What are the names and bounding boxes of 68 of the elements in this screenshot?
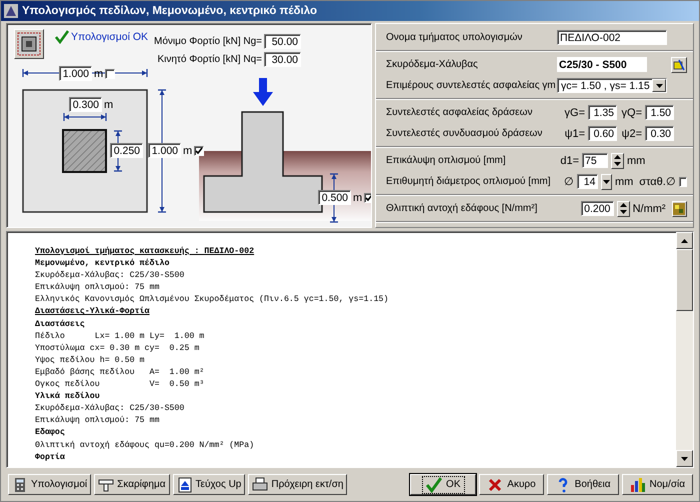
dimension-field[interactable]: 0.500	[318, 190, 351, 205]
toolbar-button[interactable]: Πρόχειρη εκτ/ση	[248, 474, 348, 495]
dimension-field[interactable]: 1.000	[59, 66, 92, 81]
field-label: Σκυρόδεμα-Χάλυβας	[386, 59, 479, 70]
dialog-button[interactable]: Βοήθεια	[546, 474, 618, 495]
report-line: Εμβαδό βάσης πεδίλου A= 1.00 m²	[35, 366, 206, 379]
coefficient-field[interactable]: 1.50	[645, 105, 674, 120]
select-field[interactable]: γc= 1.50 , γs= 1.15	[557, 78, 667, 93]
name-field[interactable]: ΠΕΔΙΛΟ-002	[557, 30, 667, 45]
coefficient-label: γQ=	[620, 106, 642, 118]
dimension-field[interactable]: 0.250	[110, 143, 143, 158]
coefficient-label: ψ1=	[564, 128, 585, 140]
report-line: Ελληνικός Κανονισμός Ωπλισμένου Σκυροδέματος (Πιν.6.5 γc=1.50, γs=1.15)	[35, 294, 390, 306]
report-line: Πέδιλο Lx= 1.00 m Ly= 1.00 m	[35, 330, 206, 343]
report-line: Υψος πεδίλου h= 0.50 m	[35, 354, 146, 367]
unit-label: m	[353, 192, 362, 204]
report-line: Υπολογισμοί τμήματος κατασκευής : ΠΕΔΙΛΟ-002	[35, 246, 256, 258]
load-field[interactable]: 30.00	[264, 52, 301, 67]
load-label: Κινητό Φορτίο [kN] Nq=	[157, 54, 262, 65]
dialog-button[interactable]: Ακυρο	[479, 474, 544, 495]
unit-label: m	[183, 144, 192, 156]
value-field[interactable]: 14	[577, 174, 598, 189]
value-field[interactable]: 75	[582, 153, 608, 168]
report-line: Επικάλυψη οπλισμού: 75 mm	[35, 415, 160, 428]
value-field[interactable]: 0.200	[581, 201, 614, 216]
field-label: Θλιπτική αντοχή εδάφους [N/mm²]	[386, 203, 538, 214]
dialog-button[interactable]: OK	[410, 474, 476, 495]
option-label: σταθ.∅	[639, 175, 676, 188]
report-line: Διαστάσεις	[35, 318, 86, 331]
field-label: Επικάλυψη οπλισμού [mm]	[386, 155, 507, 166]
dimension-field[interactable]: 1.000	[148, 143, 181, 158]
field-label: Επιθυμητή διάμετρος οπλισμού [mm]	[386, 176, 552, 187]
material-field[interactable]: C25/30 - S500	[557, 57, 647, 72]
coefficient-label: γG=	[564, 106, 585, 118]
report-line: Σκυρόδεμα-Χάλυβας: C25/30-S500	[35, 270, 186, 282]
coefficient-field[interactable]: 0.60	[588, 126, 617, 141]
toolbar-button[interactable]: Σκαρίφημα	[94, 474, 170, 495]
report-line: Εδαφος	[35, 427, 66, 440]
coefficient-field[interactable]: 0.30	[645, 126, 674, 141]
report-line: Φορτία	[35, 452, 66, 464]
dialog-button[interactable]: Νομ/σία	[622, 474, 693, 495]
diameter-icon: ∅	[557, 175, 574, 188]
unit-label: mm	[614, 176, 634, 188]
coefficient-field[interactable]: 1.35	[588, 105, 617, 120]
report-line: Υλικά πεδίλου	[35, 391, 101, 404]
toolbar-button[interactable]: Τεύχος Up	[172, 474, 246, 495]
report-line: Θλιπτική αντοχή εδάφους qu=0.200 N/mm² (MPa)	[35, 440, 256, 452]
coefficient-label: ψ2=	[620, 128, 642, 140]
field-label: Συντελεστές ασφαλείας δράσεων	[386, 107, 534, 118]
unit-label: mm	[627, 154, 646, 166]
toolbar-button[interactable]: Υπολογισμοί	[8, 474, 92, 495]
status-text: Υπολογισμοί OK	[71, 31, 148, 43]
report-line: Μεμονωμένο, κεντρικό πέδιλο	[35, 258, 170, 270]
report-line: Σκυρόδεμα-Χάλυβας: C25/30-S500	[35, 403, 186, 416]
report-line: Επικάλυψη οπλισμού: 75 mm	[35, 282, 160, 294]
dimension-field[interactable]: 0.300	[69, 97, 102, 112]
field-label: d1=	[559, 154, 579, 166]
unit-label: N/mm²	[632, 202, 666, 214]
report-line: Υποστύλωμα cx= 0.30 m cy= 0.25 m	[35, 342, 200, 355]
load-label: Μόνιμο Φορτίο [kN] Ng=	[154, 36, 262, 47]
field-label: Ονομα τμήματος υπολογισμών	[386, 32, 524, 43]
unit-label: m	[104, 98, 114, 110]
load-field[interactable]: 50.00	[264, 34, 301, 49]
field-label: Συντελεστές συνδυασμού δράσεων	[386, 128, 544, 139]
report-line: Διαστάσεις-Υλικά-Φορτία	[35, 306, 151, 318]
window-title: Υπολογισμός πεδίλων, Μεμονωμένο, κεντρικό πέδιλο	[22, 5, 317, 17]
field-label: Επιμέρους συντελεστές ασφαλείας γm	[386, 80, 557, 91]
report-line: Ογκος πεδίλου V= 0.50 m³	[35, 379, 206, 392]
